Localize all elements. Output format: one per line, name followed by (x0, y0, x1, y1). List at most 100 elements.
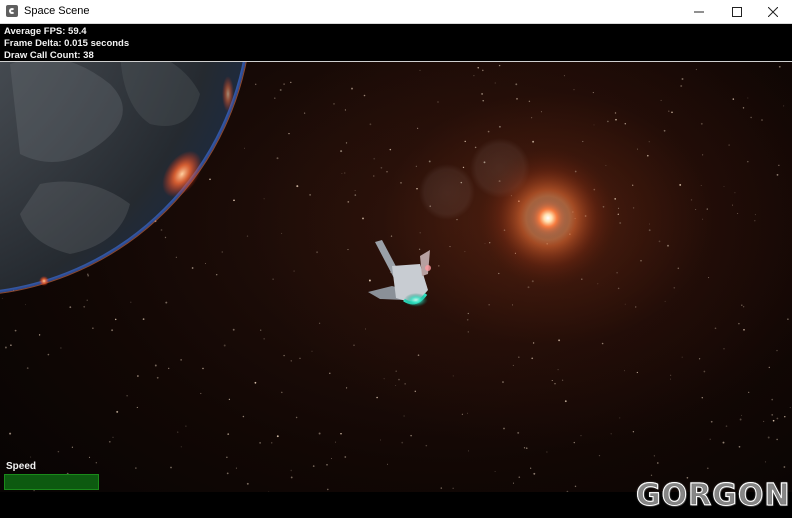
star (656, 462, 659, 464)
star (640, 259, 642, 262)
star (619, 417, 621, 419)
star (10, 344, 12, 347)
star (60, 347, 62, 349)
star (318, 432, 321, 435)
draw-call-readout: Draw Call Count: 38 (4, 50, 94, 61)
star (636, 148, 638, 150)
star (417, 127, 419, 129)
star (598, 454, 601, 457)
star (624, 370, 625, 372)
star (481, 92, 484, 95)
star (498, 125, 501, 128)
star (498, 272, 500, 275)
star (771, 414, 774, 416)
star (452, 487, 454, 489)
star (165, 301, 168, 304)
star (404, 383, 406, 385)
star (467, 450, 470, 452)
star (260, 329, 262, 331)
star (418, 248, 421, 250)
star (386, 171, 388, 173)
star (215, 273, 218, 276)
star (380, 166, 383, 169)
star (710, 420, 713, 423)
star (515, 83, 518, 86)
star (288, 132, 290, 135)
maximize-button[interactable] (718, 0, 756, 24)
star (624, 303, 626, 305)
star (368, 279, 371, 282)
star (354, 189, 356, 191)
star (9, 432, 12, 435)
star (283, 83, 285, 85)
star (281, 232, 283, 234)
star (175, 256, 177, 258)
star (137, 375, 139, 377)
star (784, 416, 786, 418)
star (263, 198, 265, 200)
star (624, 123, 627, 125)
star (244, 147, 245, 149)
star (274, 97, 276, 99)
star (108, 440, 111, 443)
star (748, 391, 750, 394)
star (714, 327, 717, 330)
star (57, 450, 60, 453)
star (776, 438, 778, 441)
star (632, 184, 634, 186)
star (467, 331, 469, 333)
star (703, 370, 706, 373)
space-scene-viewport[interactable] (0, 24, 792, 518)
star (564, 400, 567, 403)
star (663, 129, 666, 132)
star (389, 148, 392, 151)
star (734, 192, 736, 194)
sun (526, 196, 570, 240)
star (601, 342, 604, 345)
star (738, 445, 741, 448)
star (614, 112, 617, 114)
star (296, 185, 299, 188)
minimize-button[interactable] (680, 0, 718, 24)
title-bar[interactable]: Space Scene (0, 0, 792, 24)
star (695, 68, 697, 71)
star (414, 390, 417, 393)
star (695, 209, 697, 211)
star (299, 357, 301, 359)
star (700, 185, 702, 186)
star (761, 119, 763, 121)
star (272, 278, 274, 280)
star (668, 110, 670, 112)
star (354, 194, 357, 196)
star (242, 415, 245, 418)
planet (0, 24, 252, 294)
star (456, 218, 458, 221)
star (160, 229, 163, 231)
star (369, 123, 372, 126)
star (362, 217, 364, 220)
star (130, 301, 132, 303)
app-icon (6, 5, 18, 17)
star (112, 436, 114, 438)
star (667, 244, 669, 247)
star (290, 469, 292, 472)
star (223, 344, 226, 347)
gorgon-logo: GORGON (635, 478, 791, 514)
star (246, 235, 249, 237)
star (532, 140, 535, 143)
star (466, 412, 469, 414)
star (200, 392, 202, 395)
star (723, 348, 725, 350)
close-button[interactable] (754, 0, 792, 24)
star (303, 112, 306, 114)
speed-bar (4, 474, 99, 490)
star (135, 467, 137, 469)
star (593, 124, 595, 126)
star (351, 87, 353, 90)
star (487, 130, 490, 133)
star (653, 455, 655, 457)
star (344, 456, 347, 458)
star (365, 328, 367, 330)
star (330, 458, 332, 460)
star (340, 150, 343, 153)
